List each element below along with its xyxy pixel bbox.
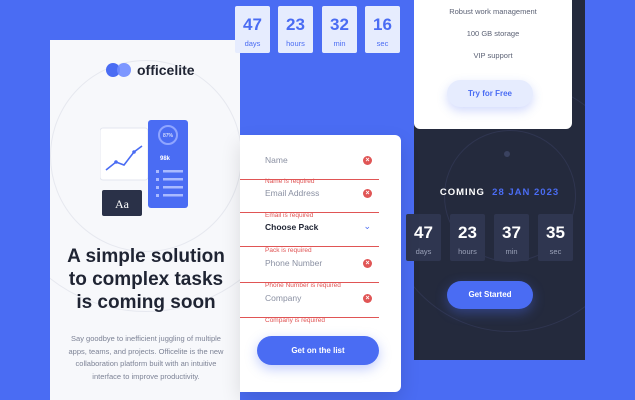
countdown-days: 47 days	[406, 214, 441, 261]
chevron-down-icon: ⌄	[363, 221, 371, 231]
email-field[interactable]: Email Address ×	[240, 179, 379, 213]
feature-item: VIP support	[473, 51, 513, 60]
error-icon: ×	[363, 259, 372, 268]
signup-form: Name × Name is required Email Address × …	[240, 135, 401, 392]
feature-item: 100 GB storage	[466, 29, 520, 38]
illus-percent: 87%	[163, 133, 174, 139]
countdown-hours: 23 hours	[450, 214, 485, 261]
pack-select[interactable]: Choose Pack ⌄	[240, 213, 379, 247]
illus-font-card: Aa	[115, 197, 130, 211]
hero-illustration: 87% 98k Aa	[100, 120, 188, 216]
try-for-free-button[interactable]: Try for Free	[447, 80, 533, 107]
name-field[interactable]: Name ×	[240, 146, 379, 180]
countdown-min: 37 min	[494, 214, 529, 261]
countdown-sec: 16 sec	[365, 6, 400, 53]
error-icon: ×	[363, 156, 372, 165]
hero-description: Say goodbye to inefficient juggling of m…	[68, 334, 224, 381]
company-field[interactable]: Company ×	[240, 284, 379, 318]
hero-panel: officelite 87% 98k Aa A simple solution …	[50, 40, 240, 400]
illus-number: 98k	[160, 156, 171, 162]
error-icon: ×	[363, 294, 372, 303]
get-started-button[interactable]: Get Started	[447, 281, 533, 309]
countdown-min: 32 min	[322, 6, 357, 53]
launch-date: 28 JAN 2023	[492, 187, 560, 198]
feature-item: Robust work management	[449, 7, 537, 16]
countdown-sec: 35 sec	[538, 214, 573, 261]
countdown-days: 47 days	[235, 6, 270, 53]
logo[interactable]: officelite	[106, 62, 195, 78]
phone-field[interactable]: Phone Number ×	[240, 249, 379, 283]
error-icon: ×	[363, 189, 372, 198]
brand-name: officelite	[137, 62, 195, 78]
countdown-hours: 23 hours	[278, 6, 313, 53]
coming-date: COMING 28 JAN 2023	[439, 187, 560, 198]
hero-headline: A simple solution to complex tasks is co…	[67, 246, 225, 313]
get-on-the-list-button[interactable]: Get on the list	[257, 336, 379, 365]
company-error: Company is required	[265, 317, 325, 324]
pricing-card: Robust work management 100 GB storage VI…	[414, 0, 572, 129]
